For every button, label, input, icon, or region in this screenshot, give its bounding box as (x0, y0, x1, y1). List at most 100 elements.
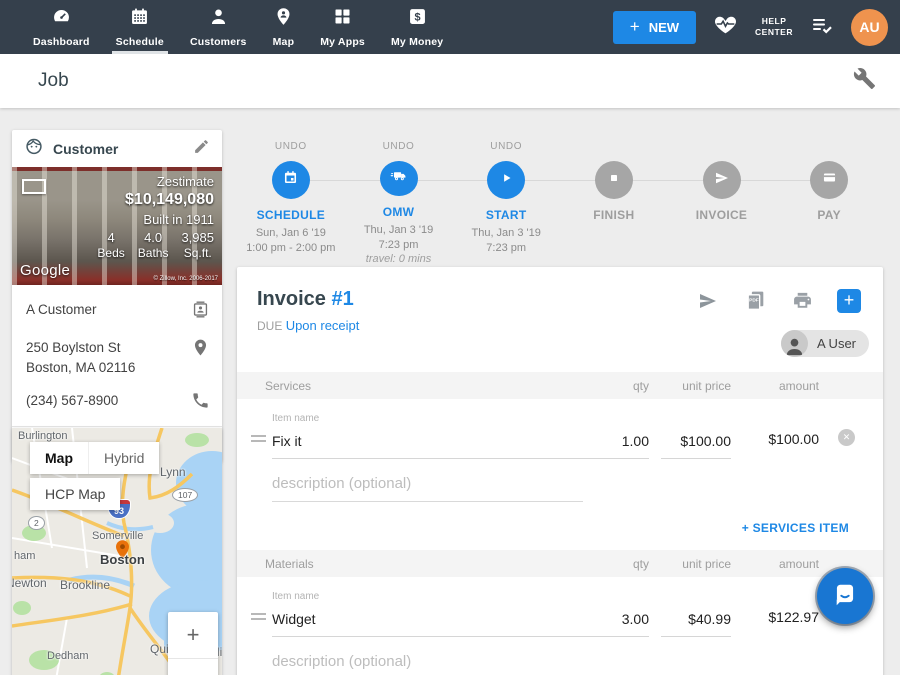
print-icon[interactable] (791, 289, 814, 312)
qty-column-header: qty (583, 557, 649, 571)
nav-label: My Apps (320, 36, 365, 48)
material-description-input[interactable]: description (optional) (272, 643, 583, 675)
map-label-lynn: Lynn (160, 465, 186, 479)
plus-icon: + (630, 17, 640, 37)
map-card[interactable]: Burlington Lynn 107 2 93 Somerville ham … (12, 428, 222, 675)
phone-icon[interactable] (191, 391, 210, 415)
add-invoice-button[interactable]: + (837, 289, 861, 313)
undo-start-button[interactable]: UNDO (490, 141, 522, 152)
user-silhouette-icon (781, 330, 808, 357)
undo-omw-button[interactable]: UNDO (383, 141, 415, 152)
finish-step-button[interactable] (595, 161, 633, 199)
assigned-user-name: A User (817, 336, 856, 351)
built-year: Built in 1911 (97, 212, 214, 227)
contact-card-icon[interactable] (191, 300, 210, 324)
pdf-icon[interactable]: PDF (743, 288, 768, 313)
map-type-map-button[interactable]: Map (30, 442, 88, 474)
customer-card: Customer Zestimate $10,149,080 Built in … (12, 130, 222, 462)
invoice-step-button[interactable] (703, 161, 741, 199)
material-amount: $122.97 (739, 609, 819, 637)
calendar-icon (129, 6, 150, 32)
close-icon[interactable]: ✕ (838, 429, 855, 446)
nav-item-customers[interactable]: Customers (177, 0, 260, 54)
undo-schedule-button[interactable]: UNDO (275, 141, 307, 152)
nav-label: Dashboard (33, 36, 90, 48)
customer-card-title: Customer (53, 141, 184, 157)
omw-step-button[interactable] (380, 161, 418, 196)
step-omw: UNDO OMW Thu, Jan 3 '19 7:23 pm travel: … (345, 108, 453, 267)
assigned-user-chip[interactable]: A User (781, 330, 869, 357)
step-finish: FINISH (560, 108, 668, 267)
job-progress-stepper: UNDO SCHEDULE Sun, Jan 6 '19 1:00 pm - 2… (237, 108, 883, 267)
hcp-map-button[interactable]: HCP Map (30, 478, 120, 510)
nav-item-schedule[interactable]: Schedule (103, 0, 177, 54)
customer-phone-row: (234) 567-8900 (26, 384, 210, 422)
material-qty-input[interactable]: 3.00 (583, 611, 649, 637)
step-detail: Thu, Jan 3 '19 7:23 pm travel: 0 mins (364, 223, 433, 267)
map-type-hybrid-button[interactable]: Hybrid (88, 442, 159, 474)
service-unit-price-input[interactable]: $100.00 (661, 433, 731, 459)
nav-item-my-money[interactable]: $ My Money (378, 0, 456, 54)
invoice-toolbar: PDF + (696, 288, 861, 313)
nav-right: + NEW HELP CENTER AU (613, 0, 888, 54)
pay-step-button[interactable] (810, 161, 848, 199)
add-services-item-link[interactable]: + SERVICES ITEM (742, 521, 849, 535)
map-type-control: Map Hybrid (30, 442, 159, 474)
street-view-toggle-icon[interactable] (22, 179, 46, 194)
step-start: UNDO START Thu, Jan 3 '19 7:23 pm (452, 108, 560, 267)
unit-price-column-header: unit price (661, 557, 731, 571)
dashboard-gauge-icon (51, 6, 72, 32)
step-date: Thu, Jan 3 '19 (364, 223, 433, 238)
new-button[interactable]: + NEW (613, 11, 696, 44)
services-title: Services (265, 379, 583, 393)
property-photo[interactable]: Zestimate $10,149,080 Built in 1911 4 Be… (12, 167, 222, 285)
heart-pulse-icon[interactable] (713, 12, 738, 42)
drag-handle-icon[interactable] (251, 432, 272, 459)
step-time: 7:23 pm (364, 238, 433, 253)
help-center-button[interactable]: HELP CENTER (755, 16, 793, 38)
map-pin-icon (273, 6, 294, 32)
send-invoice-icon[interactable] (696, 289, 720, 313)
due-label: DUE (257, 319, 282, 333)
service-name-field[interactable]: Item name Fix it (272, 413, 583, 459)
drag-handle-icon[interactable] (251, 610, 272, 637)
schedule-step-button[interactable] (272, 161, 310, 199)
customer-address-row: 250 Boylston St Boston, MA 02116 (26, 331, 210, 384)
step-time: 1:00 pm - 2:00 pm (246, 241, 335, 256)
step-detail: Thu, Jan 3 '19 7:23 pm (471, 226, 540, 255)
nav-label: Customers (190, 36, 247, 48)
map-label-dedham: Dedham (47, 650, 89, 662)
zoom-in-button[interactable]: + (168, 612, 218, 659)
material-name-field[interactable]: Item name Widget (272, 591, 583, 637)
nav-item-dashboard[interactable]: Dashboard (20, 0, 103, 54)
property-stats: 4 Beds 4.0 Baths 3,985 Sq.ft. (97, 230, 214, 260)
stat-sqft: 3,985 Sq.ft. (181, 230, 214, 260)
help-center-line1: HELP (755, 16, 793, 27)
user-avatar[interactable]: AU (851, 9, 888, 46)
step-detail: Sun, Jan 6 '19 1:00 pm - 2:00 pm (246, 226, 335, 255)
zoom-out-button[interactable]: − (168, 659, 218, 675)
step-schedule: UNDO SCHEDULE Sun, Jan 6 '19 1:00 pm - 2… (237, 108, 345, 267)
nav-item-my-apps[interactable]: My Apps (307, 0, 378, 54)
material-name-value[interactable]: Widget (272, 611, 583, 636)
stat-value: 4.0 (138, 230, 169, 245)
service-qty-input[interactable]: 1.00 (583, 433, 649, 459)
start-step-button[interactable] (487, 161, 525, 199)
job-settings-wrench-icon[interactable] (853, 67, 876, 95)
due-value-link[interactable]: Upon receipt (286, 318, 360, 333)
location-pin-icon[interactable] (191, 338, 210, 362)
chat-widget-button[interactable] (817, 568, 873, 624)
service-name-value[interactable]: Fix it (272, 433, 583, 458)
step-date: Sun, Jan 6 '19 (246, 226, 335, 241)
step-pay: PAY (775, 108, 883, 267)
route-107-shield: 107 (172, 488, 198, 502)
material-unit-price-input[interactable]: $40.99 (661, 611, 731, 637)
checklist-icon[interactable] (810, 13, 834, 42)
material-item-row: Item name Widget 3.00 $40.99 $122.97 ✕ (237, 577, 883, 637)
zestimate-overlay: Zestimate $10,149,080 Built in 1911 4 Be… (97, 174, 214, 260)
materials-title: Materials (265, 557, 583, 571)
stat-beds: 4 Beds (97, 230, 124, 260)
nav-item-map[interactable]: Map (260, 0, 308, 54)
edit-pencil-icon[interactable] (193, 138, 210, 160)
service-description-input[interactable]: description (optional) (272, 465, 583, 502)
